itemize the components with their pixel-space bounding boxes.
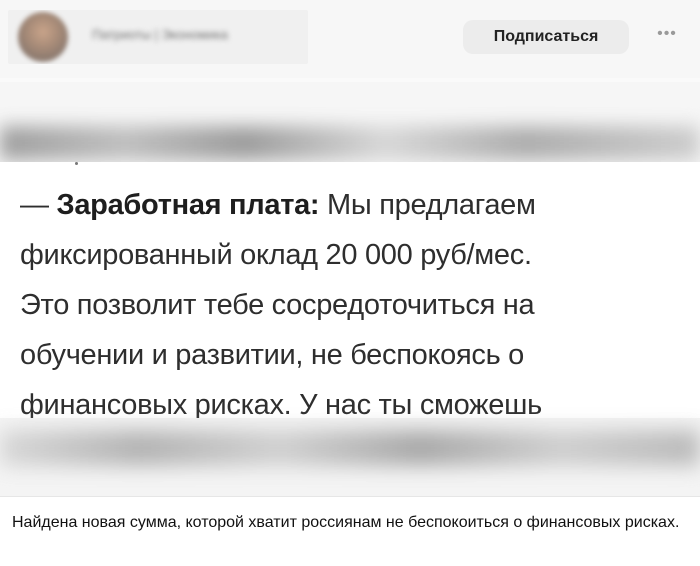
divider	[0, 496, 700, 497]
blurred-text-top	[0, 126, 700, 160]
image-line-4: обучении и развитии, не беспокоясь о	[20, 339, 524, 371]
image-body-text: — Заработная плата: Мы предлагаем фиксир…	[20, 180, 690, 430]
image-line-2: фиксированный оклад 20 000 руб/мес.	[20, 239, 532, 271]
post-image[interactable]: — Заработная плата: Мы предлагаем фиксир…	[0, 78, 700, 496]
subscribe-button[interactable]: Подписаться	[463, 20, 629, 54]
post-header: Патриоты | Экономика Подписаться •••	[0, 0, 700, 78]
image-line-1: — Заработная плата: Мы предлагаем	[20, 189, 536, 221]
channel-info[interactable]: Патриоты | Экономика	[8, 10, 308, 64]
post-caption: Найдена новая сумма, которой хватит росс…	[12, 514, 680, 531]
image-line-1-rest: Мы предлагаем	[319, 189, 536, 221]
ellipsis-icon[interactable]: •••	[652, 24, 682, 44]
image-lead: Заработная плата:	[56, 189, 320, 221]
blurred-text-bottom	[0, 430, 700, 466]
channel-name[interactable]: Патриоты | Экономика	[92, 27, 228, 42]
image-line-3: Это позволит тебе сосредоточиться на	[20, 289, 535, 321]
bullet-dot	[75, 162, 78, 165]
avatar[interactable]	[18, 12, 68, 62]
